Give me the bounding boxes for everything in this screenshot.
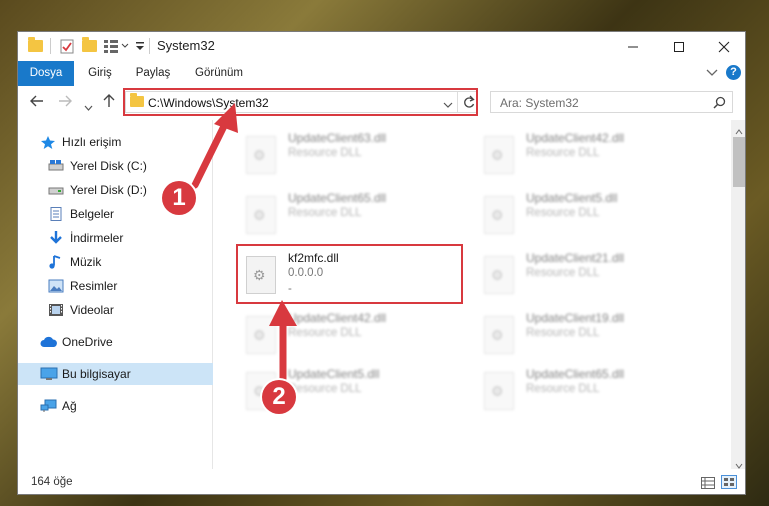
step-badge-2: 2	[262, 380, 296, 414]
arrow-1	[191, 114, 232, 189]
arrow-1-head	[214, 103, 238, 133]
arrow-2-head	[269, 300, 297, 326]
step-badge-1: 1	[162, 181, 196, 215]
annotation-arrows	[191, 103, 297, 389]
